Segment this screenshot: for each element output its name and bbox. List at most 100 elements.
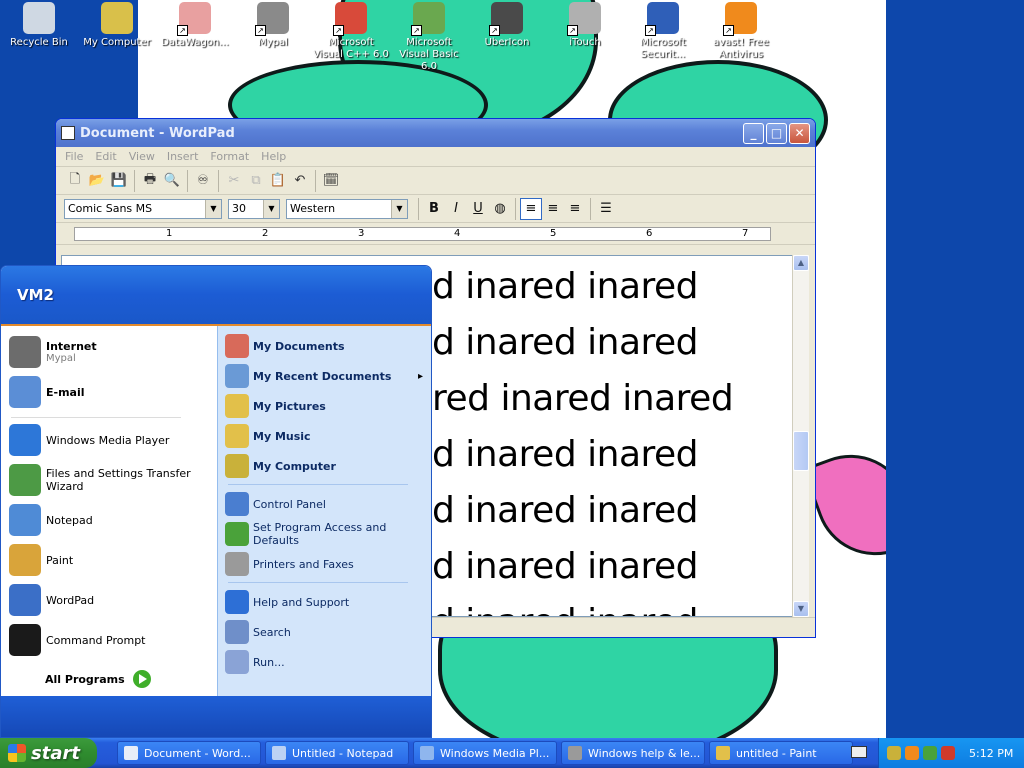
color-icon[interactable]: ◍: [489, 198, 511, 220]
avast-tray-icon[interactable]: [905, 746, 919, 760]
scroll-up-icon[interactable]: ▲: [793, 255, 809, 271]
menu-file[interactable]: File: [59, 150, 89, 163]
recent-program-item[interactable]: Windows Media Player: [1, 422, 217, 458]
places-item[interactable]: Help and Support: [218, 588, 431, 616]
media-player-icon: [9, 424, 41, 456]
desktop-icon[interactable]: ↗ UberIcon: [468, 2, 546, 49]
places-item[interactable]: Printers and Faxes: [218, 550, 431, 578]
insert-date-icon[interactable]: 🗓: [320, 170, 342, 192]
taskbar-button[interactable]: Windows help & le...: [561, 741, 705, 765]
places-item[interactable]: My Pictures: [218, 392, 431, 420]
keyboard-icon[interactable]: [851, 746, 867, 758]
copy-icon[interactable]: ⧉: [245, 170, 267, 192]
taskbar: start Document - Word... Untitled - Notep…: [0, 738, 1024, 768]
vertical-scrollbar[interactable]: ▲ ▼: [792, 255, 809, 617]
minimize-button[interactable]: _: [743, 122, 764, 144]
ruler-number: 1: [166, 228, 173, 239]
script-select[interactable]: Western ▼: [286, 198, 408, 219]
clock[interactable]: 5:12 PM: [969, 747, 1013, 760]
places-item[interactable]: Set Program Access and Defaults: [218, 520, 431, 548]
start-menu-footer: [1, 696, 431, 737]
new-document-icon[interactable]: 🗋: [64, 170, 86, 192]
all-programs-button[interactable]: All Programs: [45, 670, 151, 688]
align-center-icon[interactable]: ≡: [542, 198, 564, 220]
network-tray-icon[interactable]: [923, 746, 937, 760]
menu-format[interactable]: Format: [204, 150, 255, 163]
bold-icon[interactable]: B: [423, 198, 445, 220]
taskbar-button[interactable]: Untitled - Notepad: [265, 741, 409, 765]
places-item[interactable]: Search: [218, 618, 431, 646]
ubericon-icon: ↗: [489, 2, 523, 36]
print-preview-icon[interactable]: 🔍: [161, 170, 183, 192]
desktop-icon[interactable]: ↗ avast! Free Antivirus: [702, 2, 780, 61]
security-tray-icon[interactable]: [941, 746, 955, 760]
wordpad-ruler[interactable]: 1 2 3 4 5 6 7: [56, 223, 815, 245]
scroll-down-icon[interactable]: ▼: [793, 601, 809, 617]
underline-icon[interactable]: U: [467, 198, 489, 220]
recent-program-item[interactable]: Notepad: [1, 502, 217, 538]
desktop-icon[interactable]: ↗ iTouch: [546, 2, 624, 49]
bullets-icon[interactable]: ☰: [595, 198, 617, 220]
places-item[interactable]: My Recent Documents ▸: [218, 362, 431, 390]
ruler-strip[interactable]: 1 2 3 4 5 6 7: [74, 227, 771, 241]
recent-program-item[interactable]: WordPad: [1, 582, 217, 618]
menu-view[interactable]: View: [123, 150, 161, 163]
desktop-icon[interactable]: ↗ Mypal: [234, 2, 312, 49]
desktop-icon[interactable]: ↗ Microsoft Securit...: [624, 2, 702, 61]
wordpad-titlebar[interactable]: Document - WordPad _ □ ✕: [56, 119, 815, 147]
shortcut-arrow-icon: ↗: [255, 25, 266, 36]
my-pictures-icon: [225, 394, 249, 418]
desktop-icon[interactable]: My Computer: [78, 2, 156, 49]
recent-program-label: Command Prompt: [46, 633, 146, 647]
desktop-icon[interactable]: ↗ Microsoft Visual C++ 6.0: [312, 2, 390, 61]
recent-program-label: Files and Settings Transfer Wizard: [46, 467, 191, 493]
menu-help[interactable]: Help: [255, 150, 292, 163]
font-name-select[interactable]: Comic Sans MS ▼: [64, 198, 222, 219]
wordpad-app-icon[interactable]: [61, 126, 75, 140]
print-icon[interactable]: 🖶: [139, 170, 161, 192]
recent-program-item[interactable]: Command Prompt: [1, 622, 217, 658]
taskbar-button[interactable]: untitled - Paint: [709, 741, 853, 765]
chevron-down-icon[interactable]: ▼: [391, 199, 407, 218]
places-item[interactable]: Run...: [218, 648, 431, 676]
scroll-thumb[interactable]: [793, 431, 809, 471]
places-item-label: Printers and Faxes: [253, 557, 354, 571]
menu-edit[interactable]: Edit: [89, 150, 122, 163]
paint-icon: [9, 544, 41, 576]
chevron-down-icon[interactable]: ▼: [263, 199, 279, 218]
menu-insert[interactable]: Insert: [161, 150, 205, 163]
taskbar-button[interactable]: Windows Media Pl...: [413, 741, 557, 765]
tray-icon[interactable]: [887, 746, 901, 760]
italic-icon[interactable]: I: [445, 198, 467, 220]
desktop-icon-label: DataWagon...: [161, 37, 229, 48]
align-right-icon[interactable]: ≡: [564, 198, 586, 220]
places-item[interactable]: My Computer: [218, 452, 431, 480]
recent-program-item[interactable]: Files and Settings Transfer Wizard: [1, 462, 217, 498]
taskbar-button-label: Document - Word...: [144, 746, 251, 760]
desktop-icon[interactable]: Recycle Bin: [0, 2, 78, 49]
desktop-icon[interactable]: ↗ Microsoft Visual Basic 6.0: [390, 2, 468, 73]
paste-icon[interactable]: 📋: [267, 170, 289, 192]
find-icon[interactable]: ♾: [192, 170, 214, 192]
close-button[interactable]: ✕: [789, 122, 810, 144]
recent-program-item[interactable]: Paint: [1, 542, 217, 578]
taskbar-button[interactable]: Document - Word...: [117, 741, 261, 765]
start-item-email[interactable]: E-mail: [1, 374, 217, 410]
undo-icon[interactable]: ↶: [289, 170, 311, 192]
document-line: red inared inared: [432, 378, 734, 419]
start-button[interactable]: start: [0, 738, 97, 768]
toolbar-separator: [218, 169, 219, 192]
cut-icon[interactable]: ✂: [223, 170, 245, 192]
start-item-internet[interactable]: Internet Mypal: [1, 334, 217, 370]
maximize-button[interactable]: □: [766, 122, 787, 144]
open-icon[interactable]: 📂: [86, 170, 108, 192]
align-left-icon[interactable]: ≡: [520, 197, 542, 220]
places-item[interactable]: My Documents: [218, 332, 431, 360]
chevron-down-icon[interactable]: ▼: [205, 199, 221, 218]
font-size-select[interactable]: 30 ▼: [228, 198, 280, 219]
places-item[interactable]: Control Panel: [218, 490, 431, 518]
places-item[interactable]: My Music: [218, 422, 431, 450]
desktop-icon[interactable]: ↗ DataWagon...: [156, 2, 234, 49]
separator: [11, 417, 181, 418]
save-icon[interactable]: 💾: [108, 170, 130, 192]
